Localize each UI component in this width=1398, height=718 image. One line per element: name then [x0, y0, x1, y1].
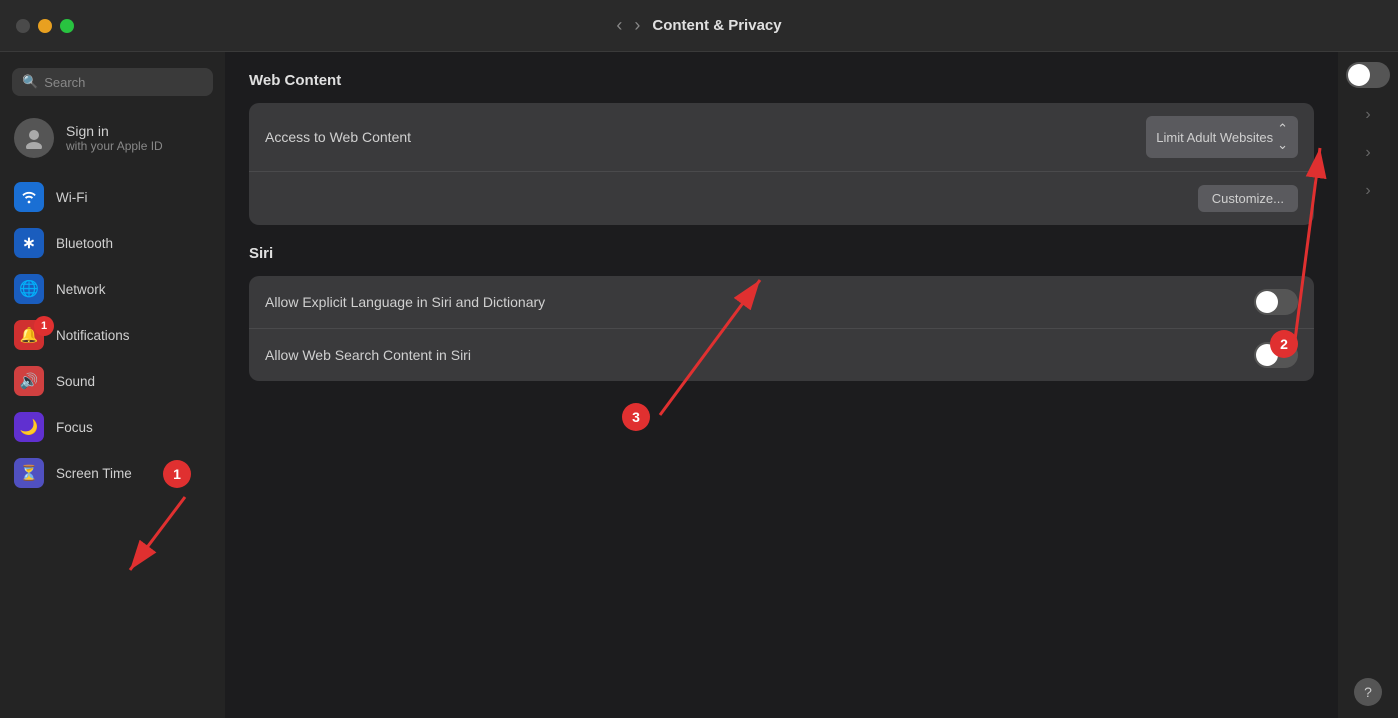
sidebar-item-focus[interactable]: 🌙 Focus: [0, 404, 225, 450]
right-chevron-2[interactable]: ›: [1359, 138, 1376, 168]
sidebar-item-bluetooth[interactable]: ∗ Bluetooth: [0, 220, 225, 266]
search-bar[interactable]: 🔍 Search: [12, 68, 213, 96]
right-chevron-1[interactable]: ›: [1359, 100, 1376, 130]
page-title: Content & Privacy: [652, 17, 781, 34]
access-web-label: Access to Web Content: [265, 129, 411, 145]
bluetooth-icon: ∗: [14, 228, 44, 258]
web-content-dropdown[interactable]: Limit Adult Websites ⌃⌄: [1146, 116, 1298, 158]
sidebar-item-focus-label: Focus: [56, 420, 93, 435]
window-controls: [16, 19, 74, 33]
siri-group: Allow Explicit Language in Siri and Dict…: [249, 276, 1314, 381]
chevron-up-down-icon: ⌃⌄: [1277, 121, 1288, 153]
signin-line2: with your Apple ID: [66, 139, 163, 153]
sidebar-item-network-label: Network: [56, 282, 106, 297]
sidebar-item-notifications[interactable]: 🔔 1 Notifications: [0, 312, 225, 358]
search-input[interactable]: Search: [44, 75, 85, 90]
sidebar-item-screentime-label: Screen Time: [56, 466, 132, 481]
dropdown-value: Limit Adult Websites: [1156, 130, 1273, 145]
web-search-siri-label: Allow Web Search Content in Siri: [265, 347, 471, 363]
title-bar: ‹ › Content & Privacy: [0, 0, 1398, 52]
web-search-siri-toggle[interactable]: [1254, 342, 1298, 368]
sidebar-item-sound[interactable]: 🔊 Sound: [0, 358, 225, 404]
minimize-button[interactable]: [38, 19, 52, 33]
explicit-language-toggle[interactable]: [1254, 289, 1298, 315]
signin-text: Sign in with your Apple ID: [66, 123, 163, 153]
web-content-group: Access to Web Content Limit Adult Websit…: [249, 103, 1314, 225]
sidebar-item-bluetooth-label: Bluetooth: [56, 236, 113, 251]
network-icon: 🌐: [14, 274, 44, 304]
avatar: [14, 118, 54, 158]
sidebar-item-sound-label: Sound: [56, 374, 95, 389]
sidebar-item-wifi-label: Wi-Fi: [56, 190, 87, 205]
signin-line1: Sign in: [66, 123, 163, 139]
right-toggle[interactable]: [1346, 62, 1390, 88]
right-panel: › › › ?: [1338, 52, 1398, 718]
explicit-language-label: Allow Explicit Language in Siri and Dict…: [265, 294, 545, 310]
siri-title: Siri: [249, 245, 1314, 262]
close-button[interactable]: [16, 19, 30, 33]
help-button[interactable]: ?: [1354, 678, 1382, 706]
main-layout: 🔍 Search Sign in with your Apple ID: [0, 52, 1398, 718]
web-search-siri-row: Allow Web Search Content in Siri: [249, 329, 1314, 381]
customize-row: Customize...: [249, 172, 1314, 225]
explicit-language-row: Allow Explicit Language in Siri and Dict…: [249, 276, 1314, 329]
sidebar-item-notifications-label: Notifications: [56, 328, 130, 343]
notifications-badge: 1: [34, 316, 54, 336]
title-bar-center: ‹ › Content & Privacy: [616, 15, 781, 36]
access-web-right: Limit Adult Websites ⌃⌄: [1146, 116, 1298, 158]
focus-icon: 🌙: [14, 412, 44, 442]
sidebar: 🔍 Search Sign in with your Apple ID: [0, 52, 225, 718]
wifi-icon: [14, 182, 44, 212]
maximize-button[interactable]: [60, 19, 74, 33]
content-area: Web Content Access to Web Content Limit …: [225, 52, 1338, 718]
access-to-web-content-row: Access to Web Content Limit Adult Websit…: [249, 103, 1314, 172]
sidebar-item-network[interactable]: 🌐 Network: [0, 266, 225, 312]
right-chevron-3[interactable]: ›: [1359, 176, 1376, 206]
back-arrow[interactable]: ‹: [616, 15, 622, 36]
customize-button[interactable]: Customize...: [1198, 185, 1298, 212]
sidebar-item-screentime[interactable]: ⏳ Screen Time: [0, 450, 225, 496]
search-icon: 🔍: [22, 74, 38, 90]
signin-item[interactable]: Sign in with your Apple ID: [0, 108, 225, 174]
sidebar-item-wifi[interactable]: Wi-Fi: [0, 174, 225, 220]
screentime-icon: ⏳: [14, 458, 44, 488]
forward-arrow[interactable]: ›: [634, 15, 640, 36]
web-content-title: Web Content: [249, 72, 1314, 89]
sound-icon: 🔊: [14, 366, 44, 396]
